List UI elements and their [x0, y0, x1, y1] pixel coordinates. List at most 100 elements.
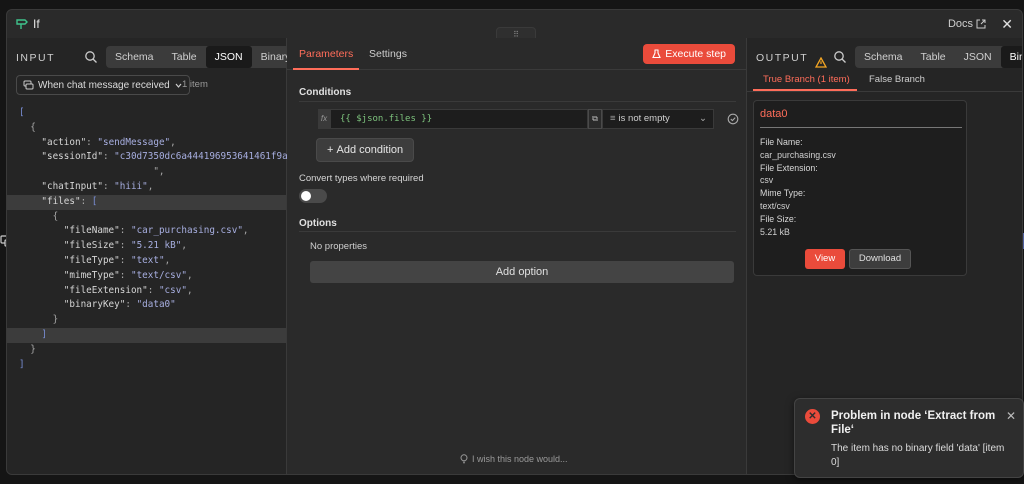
- output-label: OUTPUT: [756, 52, 809, 64]
- json-bracket: ]: [19, 328, 47, 340]
- divider: [747, 91, 1022, 92]
- feedback-label: I wish this node would...: [472, 454, 568, 464]
- view-button[interactable]: View: [805, 249, 845, 269]
- input-header: INPUT Schema Table JSON Binary: [7, 46, 300, 68]
- json-key: "fileExtension": [63, 284, 148, 296]
- binary-data-card: data0 File Name: car_purchasing.csv File…: [753, 100, 967, 276]
- json-line[interactable]: "binaryKey": "data0": [19, 298, 286, 313]
- json-value: "c30d7350dc6a444196953641461f9a33: [114, 151, 299, 163]
- options-title: Options: [299, 218, 337, 229]
- download-button[interactable]: Download: [849, 249, 911, 269]
- view-schema[interactable]: Schema: [106, 46, 163, 68]
- external-link-icon: [976, 19, 986, 29]
- flask-icon: [652, 49, 662, 59]
- conditions-title: Conditions: [299, 87, 352, 98]
- plus-icon: +: [327, 144, 334, 156]
- tab-true-branch[interactable]: True Branch (1 item): [763, 74, 850, 85]
- check-circle-icon: [727, 113, 739, 125]
- json-key: "action": [41, 136, 87, 148]
- json-bracket: }: [19, 343, 36, 355]
- tab-parameters[interactable]: Parameters: [299, 48, 353, 60]
- json-bracket: [: [19, 107, 25, 118]
- list-icon: ≡: [610, 113, 616, 124]
- toggle-knob: [301, 191, 311, 201]
- json-line[interactable]: "sessionId": "c30d7350dc6a44419695364146…: [19, 150, 299, 165]
- warning-icon: [814, 56, 828, 68]
- json-line[interactable]: ",: [19, 165, 286, 180]
- json-bracket: ",: [19, 166, 165, 178]
- binary-key: data0: [760, 108, 788, 120]
- convert-types-toggle[interactable]: [299, 189, 327, 203]
- json-value: "text": [130, 254, 165, 266]
- view-schema[interactable]: Schema: [855, 46, 912, 68]
- no-properties-text: No properties: [310, 241, 368, 252]
- view-binary[interactable]: Binary: [1000, 46, 1022, 68]
- json-line[interactable]: {: [19, 210, 286, 225]
- close-icon[interactable]: ✕: [1006, 409, 1016, 423]
- search-icon[interactable]: [833, 50, 847, 64]
- json-line[interactable]: }: [19, 313, 286, 328]
- view-json[interactable]: JSON: [955, 46, 1001, 68]
- node-title[interactable]: If: [33, 17, 40, 31]
- json-line[interactable]: }: [19, 343, 286, 358]
- json-line[interactable]: "action": "sendMessage",: [19, 136, 286, 151]
- lightbulb-icon: [460, 454, 468, 464]
- input-source-label: When chat message received: [38, 79, 170, 91]
- divider: [299, 101, 736, 102]
- json-line[interactable]: ]: [19, 358, 286, 373]
- add-option-button[interactable]: Add option: [310, 261, 734, 283]
- docs-link[interactable]: Docs: [948, 18, 986, 30]
- divider: [760, 127, 962, 128]
- condition-expression-input[interactable]: {{ $json.files }}: [330, 109, 588, 129]
- toast-title: Problem in node ‘Extract from File‘: [831, 410, 996, 436]
- operator-label: is not empty: [618, 113, 670, 124]
- json-line[interactable]: "fileName": "car_purchasing.csv",: [19, 224, 286, 239]
- divider: [299, 231, 736, 232]
- json-bracket: {: [19, 210, 59, 222]
- json-line[interactable]: "mimeType": "text/csv",: [19, 269, 286, 284]
- json-value: "hiii": [114, 180, 148, 192]
- expression-mapping-icon[interactable]: ⧉: [588, 109, 602, 129]
- json-line[interactable]: "fileSize": "5.21 kB",: [19, 239, 286, 254]
- convert-types-label: Convert types where required: [299, 173, 424, 184]
- json-line[interactable]: ]: [7, 327, 286, 343]
- search-icon[interactable]: [84, 50, 98, 64]
- json-key: "files": [41, 195, 81, 207]
- tab-settings[interactable]: Settings: [369, 48, 407, 60]
- view-json[interactable]: JSON: [205, 46, 252, 68]
- json-line[interactable]: [: [19, 106, 286, 121]
- execute-step-button[interactable]: Execute step: [643, 44, 735, 64]
- json-value: "data0": [136, 299, 176, 311]
- chat-trigger-icon: [23, 80, 34, 89]
- json-key: "fileName": [63, 225, 120, 237]
- output-view-switcher: Schema Table JSON Binary: [855, 46, 1022, 68]
- json-line[interactable]: "fileType": "text",: [19, 254, 286, 269]
- active-tab-indicator: [293, 68, 359, 70]
- json-line[interactable]: "fileExtension": "csv",: [19, 284, 286, 299]
- view-table[interactable]: Table: [912, 46, 955, 68]
- json-line[interactable]: {: [19, 121, 286, 136]
- execute-step-label: Execute step: [665, 48, 726, 60]
- parameters-panel: Parameters Settings Execute step Conditi…: [287, 38, 746, 474]
- file-size-value: 5.21 kB: [760, 226, 790, 237]
- json-key: "chatInput": [41, 180, 103, 192]
- view-table[interactable]: Table: [163, 46, 206, 68]
- binary-metadata: File Name: car_purchasing.csv File Exten…: [760, 136, 836, 238]
- json-viewer: [ { "action": "sendMessage", "sessionId"…: [7, 106, 299, 373]
- file-extension-value: csv: [760, 175, 774, 186]
- add-condition-button[interactable]: + Add condition: [316, 138, 415, 162]
- json-line[interactable]: "files": [: [7, 194, 286, 210]
- operator-select[interactable]: ≡ is not empty ⌄: [602, 109, 714, 129]
- feedback-link[interactable]: I wish this node would...: [460, 454, 568, 464]
- close-icon[interactable]: ✕: [1001, 16, 1013, 33]
- json-bracket: }: [19, 314, 59, 326]
- input-source-select[interactable]: When chat message received: [16, 75, 190, 95]
- tab-false-branch[interactable]: False Branch: [869, 74, 925, 85]
- json-value: "text/csv": [130, 269, 187, 281]
- docs-label: Docs: [947, 18, 973, 30]
- error-icon: ✕: [805, 409, 820, 424]
- json-value: "car_purchasing.csv": [130, 225, 243, 237]
- json-line[interactable]: "chatInput": "hiii",: [19, 180, 286, 195]
- json-value: "5.21 kB": [130, 240, 182, 252]
- file-name-value: car_purchasing.csv: [760, 149, 836, 160]
